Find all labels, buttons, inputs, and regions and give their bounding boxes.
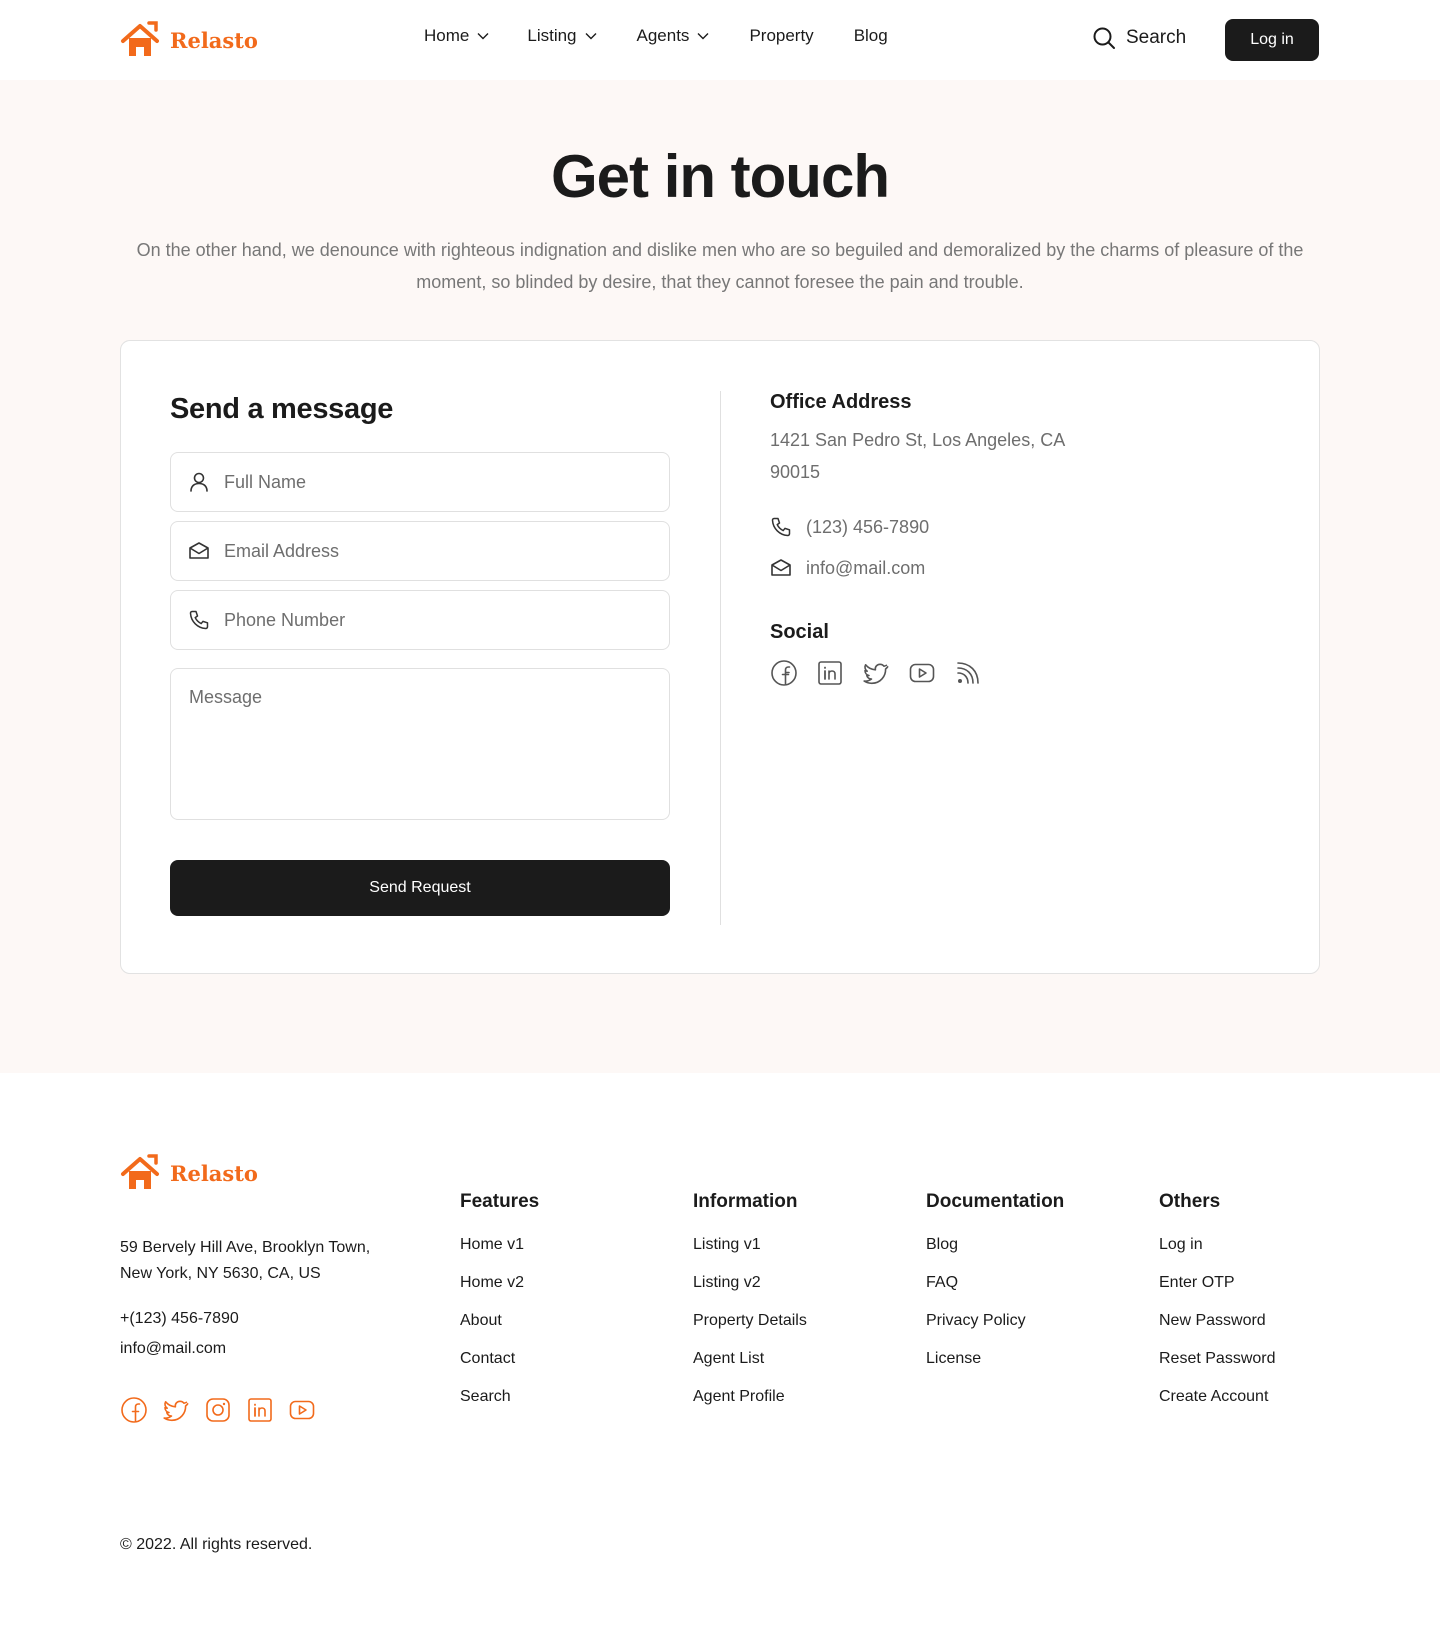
nav-item-label: Home [424, 26, 470, 45]
message-placeholder: Message [189, 687, 263, 707]
footer-link[interactable]: Search [460, 1387, 539, 1425]
site-header: Relasto Home Listing Agents Property Blo… [0, 0, 1440, 80]
footer-link[interactable]: Listing v1 [693, 1235, 807, 1273]
chevron-down-icon [477, 32, 489, 40]
nav-item-property[interactable]: Property [749, 26, 813, 46]
page-subtitle: On the other hand, we denounce with righ… [136, 240, 1304, 292]
footer-column-features: Features Home v1 Home v2 About Contact S… [460, 1191, 539, 1425]
email-field[interactable]: Email Address [170, 521, 670, 581]
footer-link[interactable]: Listing v2 [693, 1273, 807, 1311]
footer-link[interactable]: License [926, 1349, 1064, 1387]
footer-email[interactable]: info@mail.com [120, 1340, 226, 1358]
site-footer: Relasto 59 Bervely Hill Ave, Brooklyn To… [0, 1073, 1440, 1643]
office-email[interactable]: info@mail.com [770, 557, 925, 579]
footer-link[interactable]: FAQ [926, 1273, 1064, 1311]
nav-item-label: Property [749, 26, 814, 45]
office-email-text: info@mail.com [806, 557, 926, 578]
house-icon [120, 20, 160, 60]
nav-item-blog[interactable]: Blog [854, 26, 888, 46]
email-placeholder: Email Address [224, 540, 340, 561]
message-field[interactable]: Message [170, 668, 670, 820]
copyright-text: © 2022. All rights reserved. [120, 1536, 313, 1553]
footer-link[interactable]: Contact [460, 1349, 539, 1387]
nav-item-listing[interactable]: Listing [527, 26, 596, 46]
twitter-icon[interactable] [162, 1396, 190, 1424]
footer-brand-logo[interactable]: Relasto [120, 1153, 258, 1193]
footer-link[interactable]: Enter OTP [1159, 1273, 1276, 1311]
footer-column-others: Others Log in Enter OTP New Password Res… [1159, 1191, 1276, 1425]
search-icon [1092, 26, 1116, 50]
chevron-down-icon [585, 32, 597, 40]
footer-link[interactable]: Privacy Policy [926, 1311, 1064, 1349]
full-name-placeholder: Full Name [224, 471, 307, 492]
footer-link[interactable]: Agent Profile [693, 1387, 807, 1425]
nav-item-label: Agents [636, 26, 690, 45]
envelope-icon [188, 540, 210, 562]
footer-link[interactable]: Home v2 [460, 1273, 539, 1311]
linkedin-icon[interactable] [816, 659, 844, 687]
footer-link[interactable]: About [460, 1311, 539, 1349]
nav-item-label: Blog [853, 26, 888, 45]
footer-address: 59 Bervely Hill Ave, Brooklyn Town, New … [120, 1239, 371, 1282]
youtube-icon[interactable] [288, 1396, 316, 1424]
search-label: Search [1126, 27, 1187, 48]
linkedin-icon[interactable] [246, 1396, 274, 1424]
house-icon [120, 1153, 160, 1193]
footer-column-title: Information [693, 1191, 798, 1212]
full-name-field[interactable]: Full Name [170, 452, 670, 512]
footer-link[interactable]: Reset Password [1159, 1349, 1276, 1387]
chevron-down-icon [697, 32, 709, 40]
contact-section: Get in touch On the other hand, we denou… [0, 80, 1440, 1073]
brand-name: Relasto [170, 27, 258, 53]
office-phone[interactable]: (123) 456-7890 [770, 516, 929, 538]
footer-column-title: Features [460, 1191, 540, 1212]
rss-icon[interactable] [954, 659, 982, 687]
brand-logo[interactable]: Relasto [120, 20, 258, 60]
footer-phone[interactable]: +(123) 456-7890 [120, 1310, 239, 1328]
footer-link[interactable]: New Password [1159, 1311, 1276, 1349]
footer-column-information: Information Listing v1 Listing v2 Proper… [693, 1191, 807, 1425]
footer-link[interactable]: Log in [1159, 1235, 1276, 1273]
footer-link[interactable]: Blog [926, 1235, 1064, 1273]
instagram-icon[interactable] [204, 1396, 232, 1424]
phone-icon [188, 609, 210, 631]
footer-brand-name: Relasto [170, 1160, 258, 1186]
office-phone-text: (123) 456-7890 [806, 516, 930, 537]
nav-item-home[interactable]: Home [424, 26, 489, 46]
youtube-icon[interactable] [908, 659, 936, 687]
page-title: Get in touch [551, 143, 890, 210]
facebook-icon[interactable] [770, 659, 798, 687]
footer-column-title: Others [1159, 1191, 1221, 1212]
search-button[interactable]: Search [1092, 26, 1186, 50]
footer-link[interactable]: Create Account [1159, 1387, 1276, 1425]
footer-link[interactable]: Home v1 [460, 1235, 539, 1273]
nav-item-label: Listing [527, 26, 577, 45]
send-request-button[interactable]: Send Request [170, 860, 670, 916]
phone-placeholder: Phone Number [224, 609, 346, 630]
footer-link[interactable]: Property Details [693, 1311, 807, 1349]
office-social-links [770, 659, 982, 687]
office-address: 1421 San Pedro St, Los Angeles, CA 90015 [770, 430, 1065, 482]
nav-item-agents[interactable]: Agents [637, 26, 710, 46]
social-title: Social [770, 621, 829, 643]
main-nav: Home Listing Agents Property Blog [424, 26, 888, 46]
footer-social-links [120, 1396, 316, 1424]
user-icon [188, 471, 210, 493]
contact-card: Send a message Full Name Email Address P… [120, 340, 1320, 974]
footer-column-documentation: Documentation Blog FAQ Privacy Policy Li… [926, 1191, 1064, 1387]
card-divider [720, 391, 721, 925]
envelope-icon [770, 557, 792, 579]
office-address-title: Office Address [770, 391, 912, 413]
footer-link[interactable]: Agent List [693, 1349, 807, 1387]
footer-column-title: Documentation [926, 1191, 1065, 1212]
login-button[interactable]: Log in [1225, 19, 1319, 61]
form-title: Send a message [170, 393, 394, 425]
facebook-icon[interactable] [120, 1396, 148, 1424]
phone-icon [770, 516, 792, 538]
phone-field[interactable]: Phone Number [170, 590, 670, 650]
twitter-icon[interactable] [862, 659, 890, 687]
